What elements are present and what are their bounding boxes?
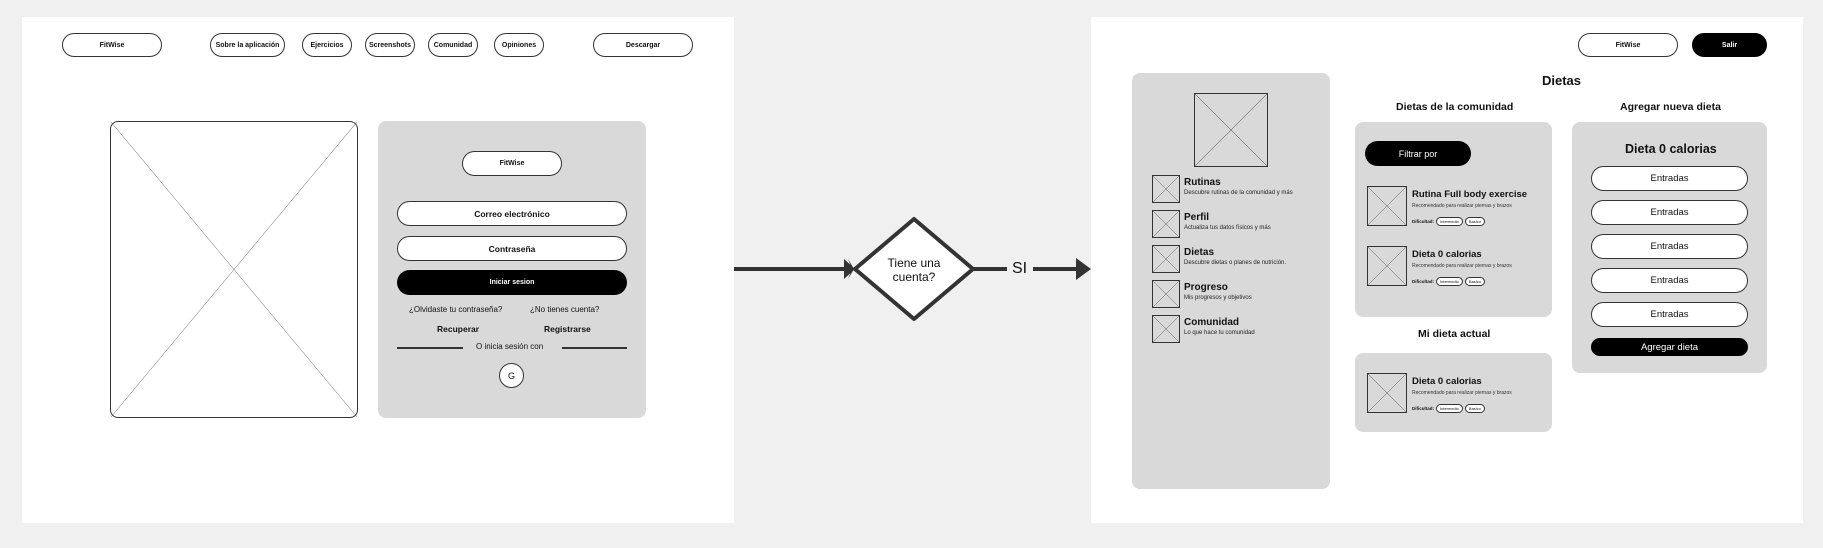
progreso-icon bbox=[1152, 280, 1180, 308]
yes-label: SI bbox=[1012, 260, 1028, 277]
divider-right bbox=[562, 347, 627, 349]
sidebar-item-comunidad[interactable]: Comunidad Lo que hace tu comunidad bbox=[1152, 315, 1322, 345]
sidebar-item-rutinas[interactable]: Rutinas Descubre rutinas de la comunidad… bbox=[1152, 175, 1322, 205]
card-subtitle: Recomendado para realizar piernas y braz… bbox=[1412, 390, 1512, 396]
perfil-icon bbox=[1152, 210, 1180, 238]
nav-item-reviews[interactable]: Opiniones bbox=[494, 33, 544, 57]
no-account-text: ¿No tienes cuenta? bbox=[530, 305, 600, 314]
filter-button[interactable]: Filtrar por bbox=[1365, 141, 1471, 166]
sidebar-item-title: Perfil bbox=[1184, 212, 1210, 223]
sidebar-item-progreso[interactable]: Progreso Mis progresos y objetivos bbox=[1152, 280, 1322, 310]
placeholder-cross-icon bbox=[111, 122, 357, 417]
tag-intermedio: Intermedio bbox=[1436, 404, 1463, 413]
card-image-placeholder bbox=[1367, 246, 1407, 286]
image-placeholder bbox=[110, 121, 358, 418]
community-heading: Dietas de la comunidad bbox=[1396, 101, 1514, 113]
login-brand: FitWise bbox=[462, 151, 562, 176]
email-field[interactable]: Correo electrónico bbox=[397, 201, 627, 226]
add-diet-button[interactable]: Agregar dieta bbox=[1591, 338, 1748, 356]
nav-item-community[interactable]: Comunidad bbox=[428, 33, 478, 57]
nav-item-screenshots[interactable]: Screenshots bbox=[365, 33, 415, 57]
header-brand-button[interactable]: FitWise bbox=[1578, 33, 1678, 57]
entry-field-3[interactable]: Entradas bbox=[1591, 234, 1748, 259]
login-screen: FitWise Sobre la aplicación Ejercicios S… bbox=[22, 17, 734, 523]
community-card-1[interactable]: Rutina Full body exercise Recomendado pa… bbox=[1367, 186, 1547, 228]
nav-item-about[interactable]: Sobre la aplicación bbox=[210, 33, 285, 57]
card-difficulty: Dificultad: Intermedio Basico bbox=[1412, 270, 1485, 288]
entry-field-1[interactable]: Entradas bbox=[1591, 166, 1748, 191]
login-panel: FitWise Correo electrónico Contraseña In… bbox=[378, 121, 646, 418]
new-diet-heading: Agregar nueva dieta bbox=[1620, 101, 1721, 113]
profile-image-placeholder bbox=[1194, 93, 1268, 167]
sidebar-item-perfil[interactable]: Perfil Actualiza tus datos físicos y más bbox=[1152, 210, 1322, 240]
page-title: Dietas bbox=[1542, 73, 1582, 88]
tag-intermedio: Intermedio bbox=[1436, 217, 1463, 226]
new-diet-title: Dieta 0 calorias bbox=[1625, 142, 1717, 156]
sidebar-item-title: Comunidad bbox=[1184, 317, 1239, 328]
rutinas-icon bbox=[1152, 175, 1180, 203]
community-panel: Filtrar por Rutina Full body exercise Re… bbox=[1355, 122, 1552, 317]
sidebar-item-title: Rutinas bbox=[1184, 177, 1221, 188]
sidebar-item-subtitle: Actualiza tus datos físicos y más bbox=[1184, 225, 1271, 231]
login-button[interactable]: Iniciar sesion bbox=[397, 270, 627, 295]
forgot-password-text: ¿Olvidaste tu contraseña? bbox=[409, 305, 503, 314]
entry-field-4[interactable]: Entradas bbox=[1591, 268, 1748, 293]
current-diet-card[interactable]: Dieta 0 calorias Recomendado para realiz… bbox=[1367, 373, 1547, 415]
placeholder-cross-icon bbox=[1195, 94, 1267, 166]
card-subtitle: Recomendado para realizar piernas y braz… bbox=[1412, 263, 1512, 269]
diets-screen: FitWise Salir Dietas Rutinas Descubre ru… bbox=[1091, 17, 1803, 523]
nav-download-button[interactable]: Descargar bbox=[593, 33, 693, 57]
tag-basico: Basico bbox=[1464, 277, 1485, 286]
nav-brand-button[interactable]: FitWise bbox=[62, 33, 162, 57]
decision-label: Tiene una cuenta? bbox=[887, 256, 941, 284]
card-title: Dieta 0 calorias bbox=[1412, 376, 1482, 387]
comunidad-icon bbox=[1152, 315, 1180, 343]
or-login-with-text: O inicia sesión con bbox=[476, 342, 544, 351]
divider-left bbox=[397, 347, 463, 349]
register-link[interactable]: Registrarse bbox=[544, 324, 591, 334]
arrow-head-out bbox=[1076, 258, 1091, 280]
tag-basico: Basico bbox=[1464, 404, 1485, 413]
card-title: Rutina Full body exercise bbox=[1412, 189, 1528, 200]
current-diet-heading: Mi dieta actual bbox=[1418, 328, 1491, 340]
sidebar-item-title: Progreso bbox=[1184, 282, 1228, 293]
password-field[interactable]: Contraseña bbox=[397, 236, 627, 261]
entry-field-2[interactable]: Entradas bbox=[1591, 200, 1748, 225]
new-diet-panel: Dieta 0 calorias Entradas Entradas Entra… bbox=[1572, 122, 1767, 373]
card-difficulty: Dificultad: Intermedio Basico bbox=[1412, 397, 1485, 415]
recover-link[interactable]: Recuperar bbox=[437, 324, 479, 334]
entry-field-5[interactable]: Entradas bbox=[1591, 302, 1748, 327]
card-image-placeholder bbox=[1367, 186, 1407, 226]
logout-button[interactable]: Salir bbox=[1692, 33, 1767, 57]
card-image-placeholder bbox=[1367, 373, 1407, 413]
sidebar-item-subtitle: Descubre dietas o planes de nutrición. bbox=[1184, 260, 1287, 266]
sidebar-item-subtitle: Lo que hace tu comunidad bbox=[1184, 330, 1255, 336]
google-login-button[interactable]: G bbox=[499, 363, 524, 388]
sidebar-item-subtitle: Descubre rutinas de la comunidad y más bbox=[1184, 190, 1293, 196]
dietas-icon bbox=[1152, 245, 1180, 273]
sidebar-item-title: Dietas bbox=[1184, 247, 1215, 258]
sidebar-item-subtitle: Mis progresos y objetivos bbox=[1184, 295, 1252, 301]
card-subtitle: Recomendado para realizar piernas y braz… bbox=[1412, 203, 1512, 209]
card-title: Dieta 0 calorias bbox=[1412, 249, 1482, 260]
current-diet-panel: Dieta 0 calorias Recomendado para realiz… bbox=[1355, 353, 1552, 432]
sidebar: Rutinas Descubre rutinas de la comunidad… bbox=[1132, 73, 1330, 489]
tag-intermedio: Intermedio bbox=[1436, 277, 1463, 286]
community-card-2[interactable]: Dieta 0 calorias Recomendado para realiz… bbox=[1367, 246, 1547, 288]
card-difficulty: Dificultad: Intermedio Basico bbox=[1412, 210, 1485, 228]
nav-item-exercises[interactable]: Ejercicios bbox=[302, 33, 352, 57]
sidebar-item-dietas[interactable]: Dietas Descubre dietas o planes de nutri… bbox=[1152, 245, 1322, 275]
tag-basico: Basico bbox=[1464, 217, 1485, 226]
